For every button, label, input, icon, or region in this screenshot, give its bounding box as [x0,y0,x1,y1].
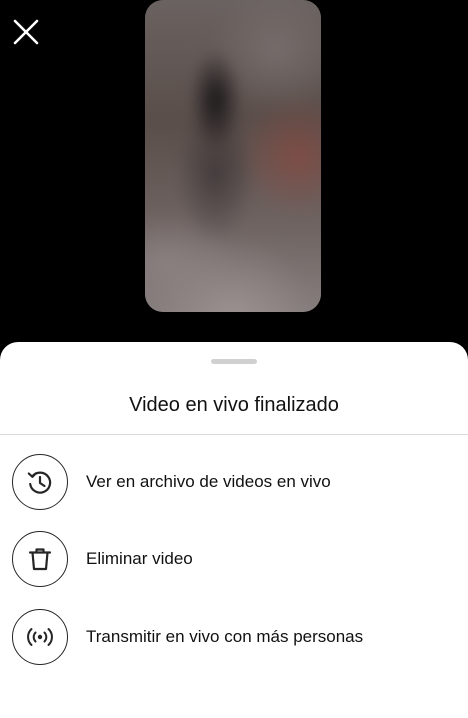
view-in-live-archive-option[interactable]: Ver en archivo de videos en vivo [0,450,468,514]
sheet-grabber[interactable] [211,359,257,364]
live-ended-screen: Video en vivo finalizado Ver en archivo … [0,0,468,718]
blurred-video-frame [145,0,321,312]
icon-circle [12,609,68,665]
live-broadcast-icon [27,628,53,646]
close-button[interactable] [8,14,44,50]
archive-history-icon [27,471,52,494]
icon-circle [12,454,68,510]
trash-icon [28,548,52,571]
option-label: Ver en archivo de videos en vivo [86,472,331,491]
video-preview-thumbnail [145,0,321,312]
close-icon [13,19,39,45]
divider [0,434,468,435]
option-label: Eliminar video [86,549,193,568]
option-label: Transmitir en vivo con más personas [86,627,364,646]
sheet-title: Video en vivo finalizado [129,394,339,416]
bottom-sheet: Video en vivo finalizado Ver en archivo … [0,342,468,718]
icon-circle [12,531,68,587]
live-with-more-people-option[interactable]: Transmitir en vivo con más personas [0,605,468,669]
delete-video-option[interactable]: Eliminar video [0,527,468,591]
